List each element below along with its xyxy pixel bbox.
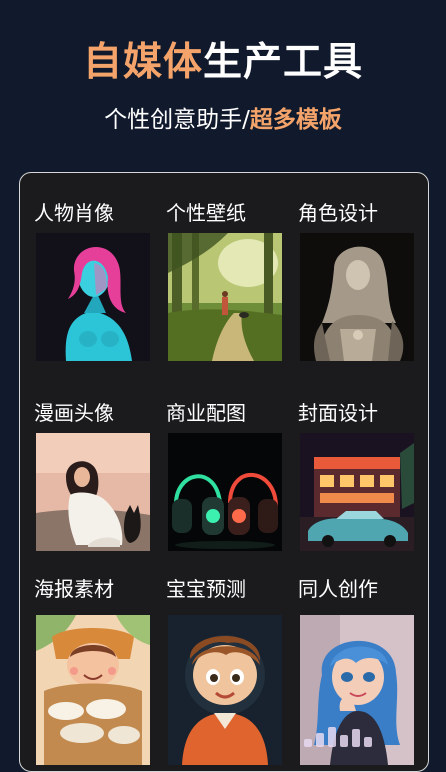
category-label: 个性壁纸 bbox=[166, 201, 246, 225]
hooded-warrior-thumbnail[interactable] bbox=[300, 233, 414, 361]
template-panel: 人物肖像 个性壁纸 角色设计 漫画头像 商业配图 封面设计 海报素材 宝宝预测 … bbox=[19, 172, 429, 772]
subtitle-accent: 超多模板 bbox=[249, 107, 342, 133]
category-label: 漫画头像 bbox=[34, 401, 114, 425]
forest-path-thumbnail[interactable] bbox=[168, 233, 282, 361]
category-label: 角色设计 bbox=[298, 201, 378, 225]
watermark-logo bbox=[304, 727, 392, 747]
title-accent: 自媒体 bbox=[82, 40, 203, 85]
subtitle-plain: 个性创意助手/ bbox=[104, 107, 250, 133]
category-label: 同人创作 bbox=[298, 577, 378, 601]
category-comic-avatar[interactable]: 漫画头像 bbox=[34, 399, 164, 589]
category-wallpaper[interactable]: 个性壁纸 bbox=[166, 199, 296, 389]
retro-car-diner-thumbnail[interactable] bbox=[300, 433, 414, 551]
category-label: 海报素材 bbox=[34, 577, 114, 601]
cartoon-boy-thumbnail[interactable] bbox=[168, 615, 282, 765]
category-character-design[interactable]: 角色设计 bbox=[298, 199, 428, 389]
girl-with-cat-thumbnail[interactable] bbox=[36, 433, 150, 551]
category-cover-design[interactable]: 封面设计 bbox=[298, 399, 428, 589]
category-commercial-image[interactable]: 商业配图 bbox=[166, 399, 296, 589]
category-baby-prediction[interactable]: 宝宝预测 bbox=[166, 575, 296, 765]
category-poster-material[interactable]: 海报素材 bbox=[34, 575, 164, 765]
category-portrait[interactable]: 人物肖像 bbox=[34, 199, 164, 389]
category-label: 商业配图 bbox=[166, 401, 246, 425]
header-title: 自媒体生产工具 bbox=[0, 40, 446, 86]
title-rest: 生产工具 bbox=[203, 40, 364, 85]
baby-in-basket-thumbnail[interactable] bbox=[36, 615, 150, 765]
neon-portrait-thumbnail[interactable] bbox=[36, 233, 150, 361]
category-label: 人物肖像 bbox=[34, 201, 114, 225]
category-label: 封面设计 bbox=[298, 401, 378, 425]
header-subtitle: 个性创意助手/超多模板 bbox=[0, 104, 446, 136]
headphones-thumbnail[interactable] bbox=[168, 433, 282, 551]
category-label: 宝宝预测 bbox=[166, 577, 246, 601]
